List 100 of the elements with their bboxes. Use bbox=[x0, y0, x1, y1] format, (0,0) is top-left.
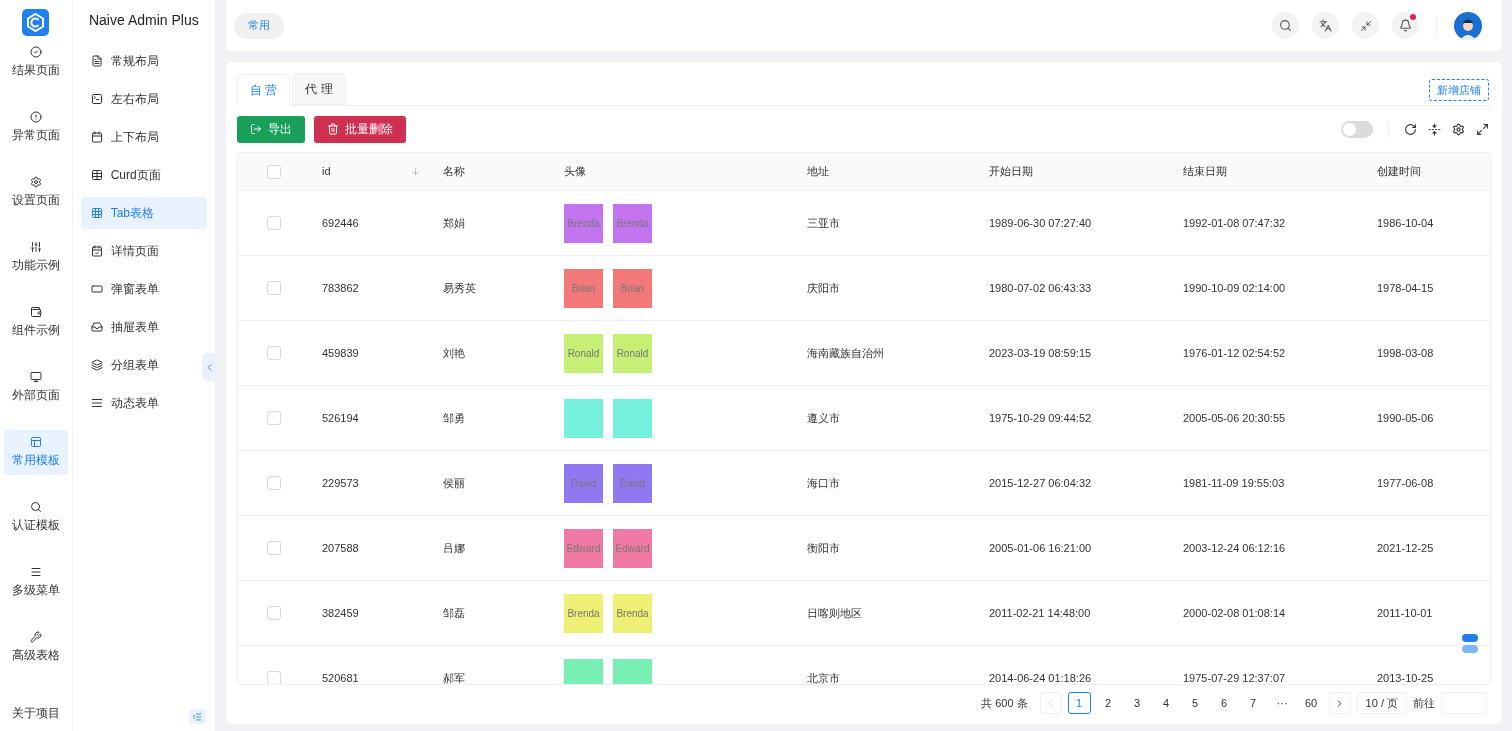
app-title: Naive Admin Plus bbox=[88, 10, 199, 30]
bell-icon bbox=[1399, 19, 1412, 32]
settings-icon[interactable] bbox=[1452, 122, 1465, 136]
menu-item[interactable]: 常规布局 bbox=[80, 45, 207, 77]
row-checkbox[interactable] bbox=[267, 541, 281, 555]
page-button[interactable]: 1 bbox=[1067, 692, 1091, 714]
table-row[interactable]: 382459 邹磊 Brenda Brenda 日喀则地区 2011-02-21 14:48:00 2000-02-08 01:08:14 2011-10-01 bbox=[238, 581, 1490, 646]
jump-label: 前往 bbox=[1413, 695, 1435, 711]
window-icon bbox=[90, 283, 103, 295]
fullscreen-button[interactable] bbox=[1352, 12, 1379, 39]
row-checkbox[interactable] bbox=[267, 411, 281, 425]
row-checkbox[interactable] bbox=[267, 346, 281, 360]
page-button[interactable]: 6 bbox=[1212, 692, 1236, 714]
density-icon[interactable] bbox=[1428, 122, 1441, 136]
rail-item[interactable]: 多级菜单 bbox=[4, 560, 68, 605]
table-cell: 邹磊 bbox=[443, 606, 465, 619]
terminal-icon bbox=[90, 93, 103, 105]
menu-item[interactable]: Tab表格 bbox=[80, 197, 207, 229]
rail-item[interactable]: 认证模板 bbox=[4, 495, 68, 540]
table-cell: 2015-12-27 06:04:32 bbox=[989, 476, 1092, 489]
collapse-button[interactable] bbox=[202, 353, 216, 381]
menu-item[interactable]: 抽屉表单 bbox=[80, 311, 207, 343]
table-cell: 229573 bbox=[322, 476, 359, 489]
rail-item[interactable]: 功能示例 bbox=[4, 235, 68, 280]
page-button[interactable]: 4 bbox=[1154, 692, 1178, 714]
menu-item[interactable]: 左右布局 bbox=[80, 83, 207, 115]
table-row[interactable]: 520681 郝军 北京市 2014-06-24 01:18:26 1975-07-29 12:37:07 2013-10-25 bbox=[238, 646, 1490, 684]
rail-item[interactable]: 常用模板 bbox=[4, 430, 68, 475]
table-cell: 1990-10-09 02:14:00 bbox=[1183, 281, 1286, 294]
menu-item[interactable]: 弹窗表单 bbox=[80, 273, 207, 305]
total-count: 共 600 条 bbox=[981, 695, 1028, 711]
table-cell: 三亚市 bbox=[807, 216, 840, 229]
table-row[interactable]: 526194 邹勇 遵义市 1975-10-29 09:44:52 2005-05-06 20:30:55 1990-05-06 bbox=[238, 386, 1490, 451]
table-row[interactable]: 692446 郑娟 Brenda Brenda 三亚市 1989-06-30 07:27:40 1992-01-08 07:47:32 1986-10-04 bbox=[238, 191, 1490, 256]
avatar-image: Brenda bbox=[613, 203, 652, 243]
tab[interactable]: 代 理 bbox=[292, 73, 346, 105]
row-checkbox[interactable] bbox=[267, 476, 281, 490]
rail-item[interactable]: 外部页面 bbox=[4, 365, 68, 410]
layers-icon bbox=[90, 359, 103, 371]
table-cell: 1976-01-12 02:54:52 bbox=[1183, 346, 1286, 359]
menu-item[interactable]: 动态表单 bbox=[80, 387, 207, 419]
search-icon bbox=[29, 501, 42, 513]
page-button[interactable]: 3 bbox=[1125, 692, 1149, 714]
menu-item[interactable]: Curd页面 bbox=[80, 159, 207, 191]
table-row[interactable]: 207588 吕娜 Edward Edward 衡阳市 2005-01-06 16:21:00 2003-12-24 06:12:16 2021-12-25 bbox=[238, 516, 1490, 581]
refresh-icon[interactable] bbox=[1404, 122, 1417, 136]
table-cell: 1975-10-29 09:44:52 bbox=[989, 411, 1092, 424]
page-button[interactable]: 60 bbox=[1299, 692, 1323, 714]
translate-button[interactable] bbox=[1312, 12, 1339, 39]
table-cell: 邹勇 bbox=[443, 411, 465, 424]
page-button[interactable]: 2 bbox=[1096, 692, 1120, 714]
add-store-button[interactable]: 新增店铺 bbox=[1429, 79, 1489, 101]
table-cell: 2005-05-06 20:30:55 bbox=[1183, 411, 1286, 424]
row-checkbox[interactable] bbox=[267, 216, 281, 230]
row-checkbox[interactable] bbox=[267, 281, 281, 295]
sliders-icon bbox=[29, 241, 42, 253]
rail-item[interactable]: 结果页面 bbox=[4, 40, 68, 85]
column-header: 地址 bbox=[807, 164, 829, 180]
page-button[interactable]: 7 bbox=[1241, 692, 1265, 714]
fullscreen-icon[interactable] bbox=[1476, 122, 1489, 136]
calendar-icon bbox=[90, 131, 103, 143]
avatar-image: Brenda bbox=[613, 593, 652, 633]
lines-icon bbox=[90, 397, 103, 409]
menu-item[interactable]: 上下布局 bbox=[80, 121, 207, 153]
table-cell: 1989-06-30 07:27:40 bbox=[989, 216, 1092, 229]
row-checkbox[interactable] bbox=[267, 606, 281, 620]
search-button[interactable] bbox=[1272, 12, 1299, 39]
table-row[interactable]: 459839 刘艳 Ronald Ronald 海南藏族自治州 2023-03-19 08:59:15 1976-01-12 02:54:52 1998-03-08 bbox=[238, 321, 1490, 386]
notification-button[interactable] bbox=[1392, 12, 1419, 39]
indent-icon bbox=[192, 711, 203, 722]
toggle-switch[interactable] bbox=[1341, 120, 1373, 138]
rail-item[interactable]: 关于项目 bbox=[4, 690, 68, 731]
page-button[interactable]: 5 bbox=[1183, 692, 1207, 714]
collapse-menu-button[interactable] bbox=[188, 709, 206, 724]
table-cell: 2003-12-24 06:12:16 bbox=[1183, 541, 1286, 554]
table-cell: 1992-01-08 07:47:32 bbox=[1183, 216, 1286, 229]
avatar-image: David bbox=[613, 463, 652, 503]
row-checkbox[interactable] bbox=[267, 671, 281, 684]
table-row[interactable]: 783862 易秀英 Brian Brian 庆阳市 1980-07-02 06:43:33 1990-10-09 02:14:00 1978-04-15 bbox=[238, 256, 1490, 321]
table-cell: 2014-06-24 01:18:26 bbox=[989, 671, 1092, 684]
table-row[interactable]: 229573 侯丽 David David 海口市 2015-12-27 06:04:32 1981-11-09 19:55:03 1977-06-08 bbox=[238, 451, 1490, 516]
page-button[interactable]: ··· bbox=[1270, 692, 1294, 714]
rail-item[interactable]: 高级表格 bbox=[4, 625, 68, 670]
theme-toggle-icon[interactable] bbox=[1462, 634, 1478, 653]
menu-item[interactable]: 分组表单 bbox=[80, 349, 207, 381]
tab[interactable]: 自 营 bbox=[237, 74, 291, 106]
prev-page-button[interactable] bbox=[1039, 692, 1062, 714]
table-cell: 692446 bbox=[322, 216, 359, 229]
menu-icon bbox=[29, 566, 42, 578]
page-size-select[interactable]: 10 / 页 bbox=[1356, 692, 1407, 714]
rail-item[interactable]: 组件示例 bbox=[4, 300, 68, 345]
menu-item[interactable]: 详情页面 bbox=[80, 235, 207, 267]
batch-delete-button[interactable]: 批量删除 bbox=[314, 115, 406, 143]
user-avatar[interactable] bbox=[1454, 11, 1482, 40]
rail-item[interactable]: 设置页面 bbox=[4, 170, 68, 215]
sort-icon[interactable] bbox=[410, 166, 421, 177]
row-checkbox[interactable] bbox=[267, 164, 281, 179]
rail-item[interactable]: 异常页面 bbox=[4, 105, 68, 150]
quick-tab[interactable]: 常用 bbox=[234, 12, 284, 39]
next-page-button[interactable] bbox=[1328, 692, 1351, 714]
